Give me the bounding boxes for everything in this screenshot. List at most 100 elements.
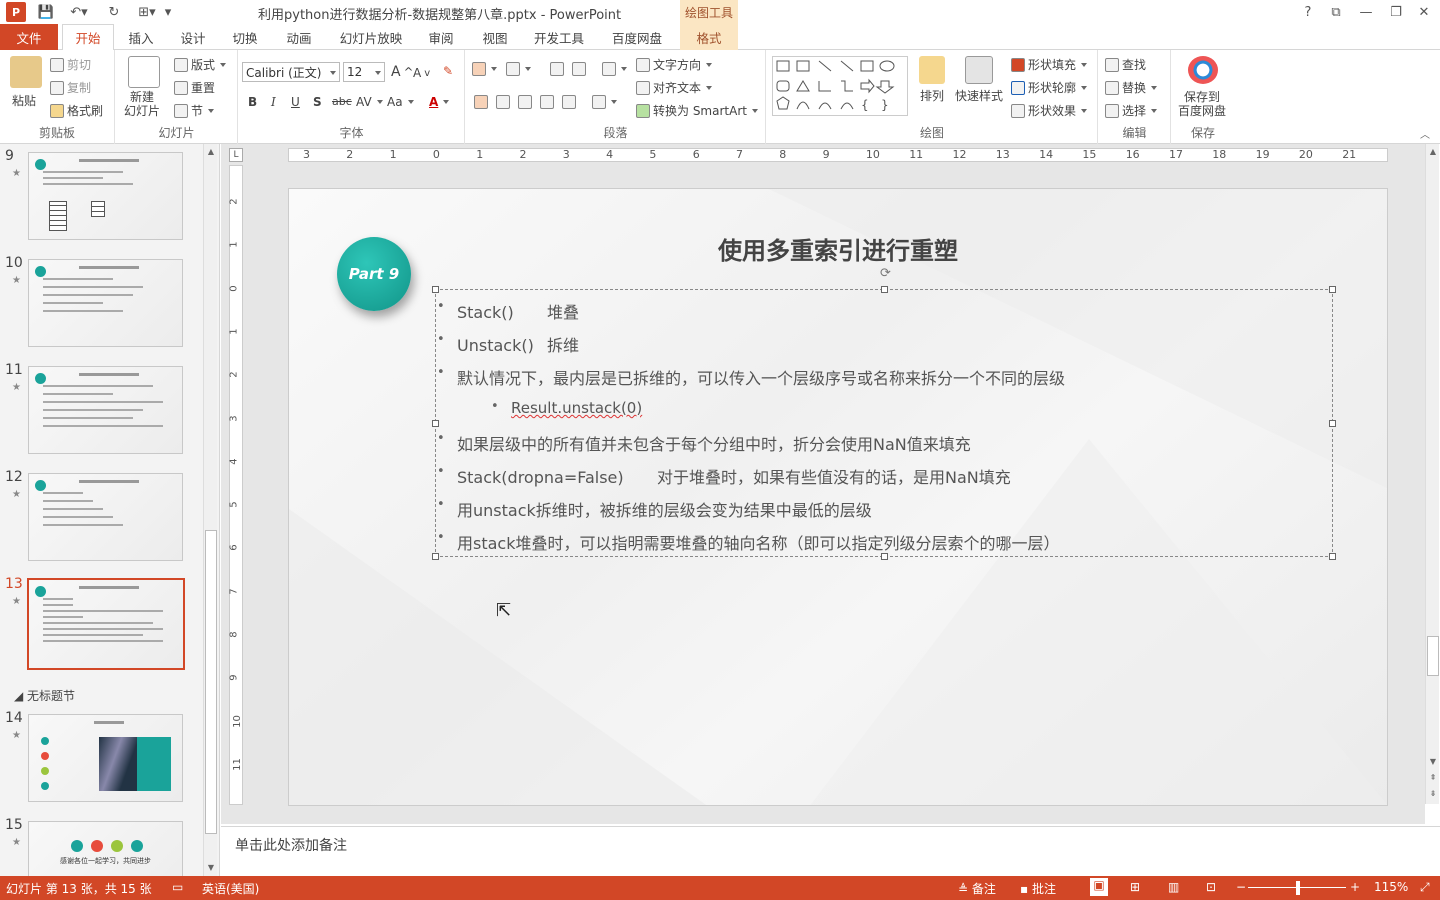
layout-button[interactable]: 版式 [174, 56, 227, 73]
tab-format[interactable]: 格式 [680, 24, 738, 50]
decrease-indent-button[interactable] [550, 62, 564, 76]
underline-button[interactable]: U [291, 95, 300, 109]
tab-animations[interactable]: 动画 [276, 24, 322, 50]
shape-fill-button[interactable]: 形状填充 [1011, 56, 1088, 73]
bullet-item[interactable]: Stack(dropna=False) 对于堆叠时，如果有些值没有的话，是用NaN… [437, 464, 1011, 488]
powerpoint-logo-icon[interactable]: P [6, 2, 26, 22]
close-icon[interactable]: ✕ [1412, 2, 1436, 22]
slide-thumbnail-14[interactable] [28, 714, 183, 802]
paste-icon[interactable] [10, 56, 42, 88]
format-painter-button[interactable]: 格式刷 [50, 102, 103, 119]
resize-handle[interactable] [432, 420, 439, 427]
tab-stop-selector[interactable]: L [229, 148, 243, 162]
horizontal-ruler[interactable]: 3 2 1 0 1 2 3 4 5 6 7 8 9 10 11 12 13 14 15 16 17 18 19 20 21 [288, 148, 1388, 162]
bullet-item[interactable]: Stack() 堆叠 [437, 299, 579, 323]
grow-font-button[interactable]: A ^ [391, 64, 413, 80]
spell-check-icon[interactable]: ▭ [172, 880, 183, 894]
slide-thumbnail-11[interactable] [28, 366, 183, 454]
help-icon[interactable]: ? [1296, 2, 1320, 22]
tab-design[interactable]: 设计 [170, 24, 216, 50]
zoom-in-icon[interactable]: + [1350, 880, 1360, 894]
baidu-cloud-icon[interactable] [1188, 56, 1218, 84]
quick-styles-button[interactable]: 快速样式 [955, 56, 1003, 104]
ribbon-display-options-icon[interactable]: ⧉ [1324, 2, 1348, 22]
slide-title[interactable]: 使用多重索引进行重塑 [289, 231, 1387, 266]
resize-handle[interactable] [881, 553, 888, 560]
paste-button[interactable]: 粘贴 [12, 92, 36, 109]
shape-outline-button[interactable]: 形状轮廓 [1011, 79, 1088, 96]
collapse-ribbon-icon[interactable]: ︿ [1420, 126, 1430, 141]
scroll-up-icon[interactable]: ▲ [205, 146, 217, 158]
numbering-button[interactable] [506, 62, 531, 76]
replace-button[interactable]: 替换 [1105, 79, 1158, 96]
bullet-subitem[interactable]: Result.unstack(0) [491, 399, 642, 417]
zoom-level[interactable]: 115% [1374, 880, 1408, 894]
undo-icon[interactable]: ↶▾ [64, 3, 94, 21]
slide-thumbnail-12[interactable] [28, 473, 183, 561]
bullet-item[interactable]: 用stack堆叠时，可以指明需要堆叠的轴向名称（即可以指定列级分层索个的哪一层） [437, 530, 1060, 554]
shrink-font-button[interactable]: Av [413, 66, 430, 80]
line-spacing-button[interactable] [602, 62, 627, 76]
tab-insert[interactable]: 插入 [118, 24, 164, 50]
rotate-handle-icon[interactable]: ⟳ [880, 266, 891, 281]
slide-thumbnail-15[interactable]: 感谢各位一起学习，共同进步 [28, 821, 183, 876]
thumbnail-panel-scrollbar[interactable]: ▲ ▼ [203, 144, 217, 876]
scrollbar-thumb[interactable] [205, 530, 217, 834]
text-direction-button[interactable]: 文字方向 [636, 56, 713, 73]
new-slide-icon[interactable] [128, 56, 160, 88]
bullet-item[interactable]: 默认情况下，最内层是已拆维的，可以传入一个层级序号或名称来拆分一个不同的层级 [437, 365, 1065, 389]
tab-view[interactable]: 视图 [472, 24, 518, 50]
fit-slide-icon[interactable]: ⤢ [1420, 880, 1430, 895]
justify-button[interactable] [540, 95, 554, 109]
tab-file[interactable]: 文件 [0, 24, 58, 50]
notes-pane[interactable]: 单击此处添加备注 [221, 826, 1440, 876]
bullet-item[interactable]: 用unstack拆维时，被拆维的层级会变为结果中最低的层级 [437, 497, 872, 521]
cut-button[interactable]: 剪切 [50, 56, 91, 73]
comments-toggle[interactable]: ▪ 批注 [1020, 880, 1056, 897]
scrollbar-thumb[interactable] [1427, 636, 1439, 676]
text-shadow-button[interactable]: S [313, 95, 322, 109]
vertical-ruler[interactable]: 2 1 0 1 2 3 4 5 6 7 8 9 10 11 [229, 165, 243, 805]
zoom-slider-thumb[interactable] [1296, 881, 1300, 895]
language-indicator[interactable]: 英语(美国) [202, 880, 259, 897]
copy-button[interactable]: 复制 [50, 79, 91, 96]
restore-icon[interactable]: ❐ [1384, 2, 1408, 22]
character-spacing-button[interactable]: AV [356, 95, 383, 109]
resize-handle[interactable] [881, 286, 888, 293]
slideshow-view-icon[interactable]: ⊡ [1206, 880, 1216, 894]
resize-handle[interactable] [432, 286, 439, 293]
bullet-item[interactable]: 如果层级中的所有值并未包含于每个分组中时，折分会使用NaN值来填充 [437, 431, 971, 455]
resize-handle[interactable] [432, 553, 439, 560]
previous-slide-icon[interactable]: ⇞ [1427, 772, 1439, 784]
slide-thumbnail-13-selected[interactable] [27, 578, 185, 670]
align-center-button[interactable] [496, 95, 510, 109]
new-slide-button[interactable]: 新建 幻灯片 [124, 90, 160, 118]
font-color-button[interactable]: A [429, 95, 450, 109]
section-button[interactable]: 节 [174, 102, 215, 119]
slide-area-scrollbar[interactable]: ▲ ▼ ⇞ ⇟ [1425, 144, 1439, 804]
normal-view-icon[interactable]: ▣ [1090, 878, 1108, 896]
slide-sorter-view-icon[interactable]: ⊞ [1130, 880, 1140, 894]
resize-handle[interactable] [1329, 420, 1336, 427]
resize-handle[interactable] [1329, 553, 1336, 560]
tab-home[interactable]: 开始 [62, 24, 114, 51]
save-to-baidu-button[interactable]: 保存到 百度网盘 [1178, 90, 1226, 118]
section-header[interactable]: ◢ 无标题节 [14, 687, 75, 704]
tab-slideshow[interactable]: 幻灯片放映 [330, 24, 412, 50]
arrange-button[interactable]: 排列 [919, 56, 945, 104]
bold-button[interactable]: B [248, 95, 257, 109]
italic-button[interactable]: I [271, 95, 276, 109]
save-icon[interactable]: 💾 [36, 3, 56, 21]
font-name-combo[interactable]: Calibri (正文) [242, 62, 340, 82]
distributed-button[interactable] [562, 95, 576, 109]
find-button[interactable]: 查找 [1105, 56, 1146, 73]
tab-review[interactable]: 审阅 [418, 24, 464, 50]
minimize-icon[interactable]: — [1354, 2, 1378, 22]
align-left-button[interactable] [474, 95, 488, 109]
redo-icon[interactable]: ↻ [104, 3, 124, 21]
resize-handle[interactable] [1329, 286, 1336, 293]
strikethrough-button[interactable]: abc [332, 95, 352, 108]
font-size-combo[interactable]: 12 [343, 62, 385, 82]
scroll-up-icon[interactable]: ▲ [1427, 146, 1439, 158]
change-case-button[interactable]: Aa [387, 95, 414, 109]
